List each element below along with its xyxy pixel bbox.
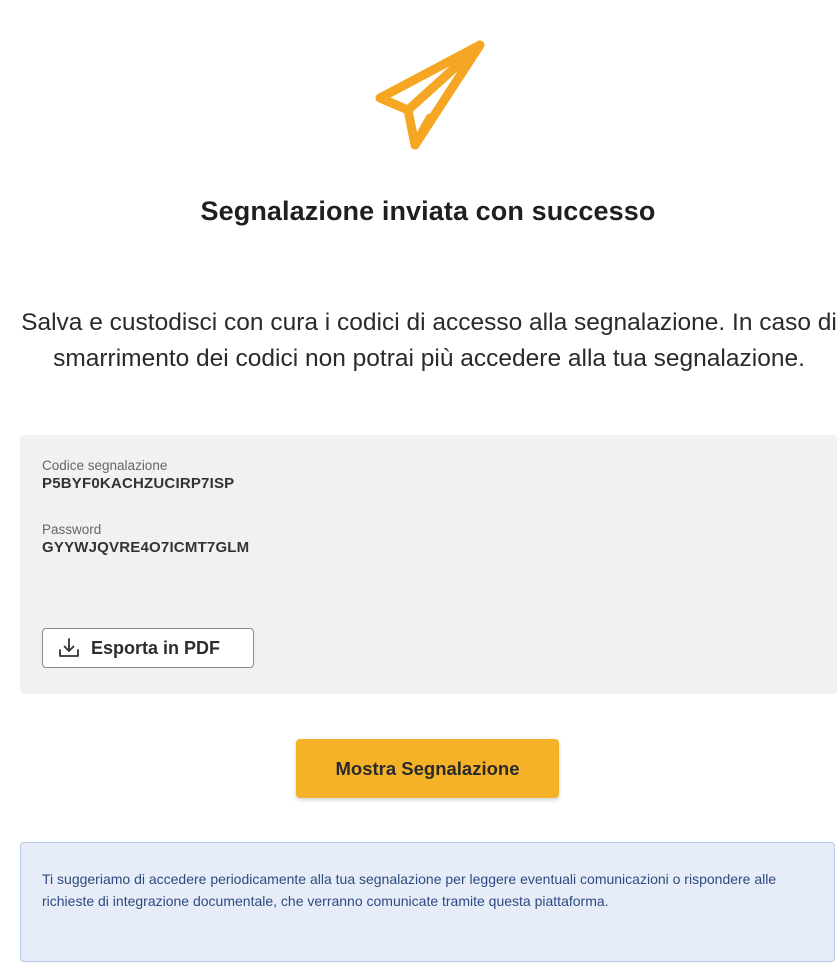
info-text: Ti suggeriamo di accedere periodicamente… bbox=[42, 871, 777, 909]
export-pdf-label: Esporta in PDF bbox=[91, 637, 221, 658]
access-codes-panel: Codice segnalazione P5BYF0KACHZUCIRP7ISP… bbox=[20, 435, 837, 694]
password-label: Password bbox=[42, 522, 102, 537]
confirmation-page: Segnalazione inviata con successo Salva … bbox=[0, 0, 837, 962]
info-alert: Ti suggeriamo di accedere periodicamente… bbox=[20, 842, 835, 962]
instructions-text: Salva e custodisci con cura i codici di … bbox=[21, 309, 837, 372]
report-code-value: P5BYF0KACHZUCIRP7ISP bbox=[42, 475, 235, 492]
password-value: GYYWJQVRE4O7ICMT7GLM bbox=[42, 539, 250, 556]
show-report-button[interactable]: Mostra Segnalazione bbox=[296, 739, 559, 798]
show-report-label: Mostra Segnalazione bbox=[335, 757, 520, 779]
export-pdf-button[interactable]: Esporta in PDF bbox=[42, 628, 254, 668]
download-icon bbox=[59, 638, 79, 657]
report-code-label: Codice segnalazione bbox=[42, 458, 168, 473]
paper-plane-icon bbox=[375, 40, 485, 150]
page-title: Segnalazione inviata con successo bbox=[200, 196, 656, 226]
